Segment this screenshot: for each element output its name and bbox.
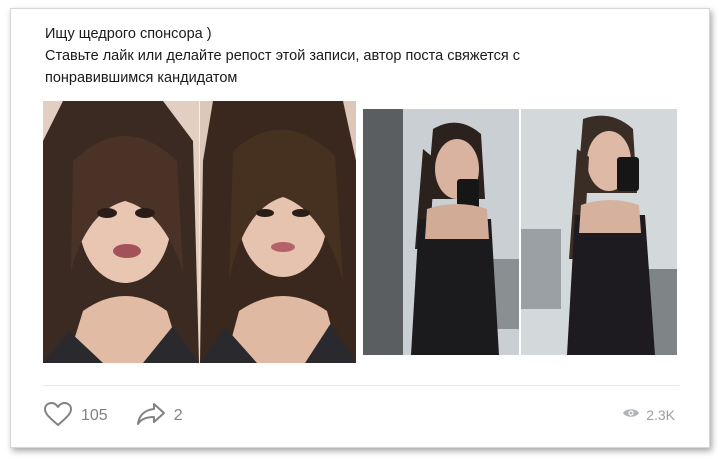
share-count: 2 bbox=[173, 407, 183, 424]
post-actions: 105 2 bbox=[43, 401, 211, 432]
views-count: 2.3K bbox=[646, 407, 675, 423]
post-text-line-2: Ставьте лайк или делайте репост этой зап… bbox=[45, 48, 521, 64]
heart-icon bbox=[43, 401, 73, 432]
post-text-line-1: Ищу щедрого спонсора ) bbox=[45, 26, 212, 42]
post-text: Ищу щедрого спонсора ) Ставьте лайк или … bbox=[45, 23, 645, 89]
post-photo-mirror-selfies[interactable] bbox=[363, 109, 677, 355]
share-arrow-icon bbox=[136, 402, 166, 431]
like-button[interactable]: 105 bbox=[43, 401, 108, 432]
footer-divider bbox=[43, 385, 679, 386]
share-button[interactable]: 2 bbox=[136, 402, 183, 431]
eye-icon bbox=[622, 406, 640, 424]
post-card: Ищу щедрого спонсора ) Ставьте лайк или … bbox=[10, 8, 710, 448]
post-photo-selfies[interactable] bbox=[43, 101, 356, 363]
like-count: 105 bbox=[81, 407, 108, 424]
views-counter: 2.3K bbox=[622, 406, 675, 424]
post-text-line-3: понравившимся кандидатом bbox=[45, 70, 238, 86]
